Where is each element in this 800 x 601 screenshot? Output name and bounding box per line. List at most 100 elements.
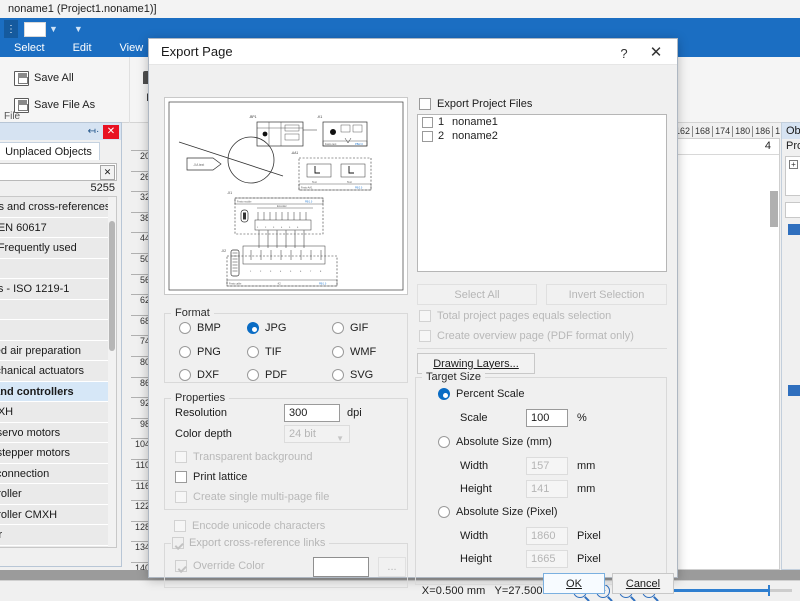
svg-text:-X1: -X1 bbox=[227, 191, 232, 195]
zoom-slider-track[interactable] bbox=[672, 585, 792, 596]
total-project-pages-checkbox[interactable]: Total project pages equals selection bbox=[419, 310, 611, 322]
format-option-wmf[interactable]: WMF bbox=[332, 346, 376, 358]
list-item[interactable]: Bus connection bbox=[0, 463, 116, 484]
panel-item-list[interactable]: ments and cross-references ols - EN 6061… bbox=[0, 196, 117, 548]
new-document-icon[interactable] bbox=[24, 21, 46, 37]
list-item[interactable] bbox=[0, 258, 116, 279]
scale-input[interactable]: 100 bbox=[526, 409, 568, 427]
invert-selection-button[interactable]: Invert Selection bbox=[546, 284, 667, 305]
customize-toolbar-icon[interactable]: ▼ bbox=[74, 24, 83, 34]
mm-width-input[interactable]: 157 bbox=[526, 457, 568, 475]
select-all-button[interactable]: Select All bbox=[417, 284, 537, 305]
ribbon-tab-edit[interactable]: Edit bbox=[59, 40, 106, 57]
list-item[interactable]: mbols - ISO 1219-1 bbox=[0, 279, 116, 300]
override-color-browse-button[interactable]: ... bbox=[378, 557, 406, 577]
format-option-bmp[interactable]: BMP bbox=[179, 322, 221, 334]
ribbon-tab-select[interactable]: Select bbox=[0, 40, 59, 57]
export-project-files-checkbox[interactable]: Export Project Files bbox=[419, 98, 532, 110]
zoom-slider-handle[interactable] bbox=[768, 585, 770, 596]
save-all-button[interactable]: Save All bbox=[14, 67, 123, 89]
drawing-canvas[interactable]: 4 bbox=[672, 138, 780, 570]
absolute-size-pixel-label: Absolute Size (Pixel) bbox=[456, 506, 558, 518]
transparent-background-checkbox[interactable]: Transparent background bbox=[175, 451, 312, 463]
format-option-tif[interactable]: TIF bbox=[247, 346, 282, 358]
mm-width-unit: mm bbox=[577, 460, 596, 472]
list-item[interactable]: Motor bbox=[0, 525, 116, 546]
zoom-slider[interactable]: - bbox=[665, 585, 792, 597]
px-width-input[interactable]: 1860 bbox=[526, 527, 568, 545]
export-crossref-legend: Export cross-reference links bbox=[171, 537, 330, 549]
print-lattice-checkbox[interactable]: Print lattice bbox=[175, 471, 247, 483]
clear-search-icon[interactable]: ✕ bbox=[100, 164, 115, 180]
override-color-checkbox[interactable]: Override Color bbox=[175, 560, 265, 572]
panel-list-scrollbar[interactable] bbox=[108, 197, 116, 547]
panel-tab-unplaced-objects[interactable]: Unplaced Objects bbox=[0, 142, 100, 160]
list-item[interactable]: r for stepper motors bbox=[0, 443, 116, 464]
svg-text:-X2: -X2 bbox=[277, 283, 281, 286]
panel-search-input[interactable]: ✕ bbox=[0, 163, 117, 181]
page-preview[interactable]: -XA text -BP1 -K1 Festo text PB/2.0 -AA1… bbox=[164, 97, 408, 295]
resolution-input[interactable]: 300 bbox=[284, 404, 340, 422]
create-overview-page-checkbox[interactable]: Create overview page (PDF format only) bbox=[419, 330, 634, 342]
mm-height-input[interactable]: 141 bbox=[526, 480, 568, 498]
project-files-list[interactable]: 1 noname1 2 noname2 bbox=[417, 114, 667, 272]
format-option-jpg-label: JPG bbox=[265, 322, 287, 334]
format-option-dxf[interactable]: DXF bbox=[179, 369, 219, 381]
absolute-size-pixel-radio[interactable]: Absolute Size (Pixel) bbox=[438, 506, 558, 518]
format-option-pdf[interactable]: PDF bbox=[247, 369, 287, 381]
checkbox-project-file-icon[interactable] bbox=[422, 116, 433, 128]
list-item-selected[interactable]: ors and controllers bbox=[0, 381, 116, 402]
list-item[interactable]: 2 noname2 bbox=[418, 129, 666, 143]
radio-absolute-pixel-icon bbox=[438, 506, 450, 518]
close-icon[interactable]: ✕ bbox=[103, 124, 119, 139]
list-item[interactable]: Controller bbox=[0, 484, 116, 505]
pin-icon[interactable]: ↤· bbox=[86, 125, 101, 139]
list-item[interactable]: ments and cross-references bbox=[0, 197, 116, 218]
cancel-button[interactable]: Cancel bbox=[612, 573, 674, 594]
checkbox-project-file-icon[interactable] bbox=[422, 130, 433, 142]
list-item[interactable]: omechanical actuators bbox=[0, 361, 116, 382]
objects-action-icon[interactable] bbox=[788, 224, 800, 235]
ribbon-group-file-label: File bbox=[4, 111, 21, 122]
list-item[interactable]: Controller CMXH bbox=[0, 504, 116, 525]
create-single-multipage-checkbox[interactable]: Create single multi-page file bbox=[175, 491, 329, 503]
absolute-size-mm-radio[interactable]: Absolute Size (mm) bbox=[438, 436, 552, 448]
close-icon[interactable]: ✕ bbox=[645, 43, 667, 61]
mm-height-unit: mm bbox=[577, 483, 596, 495]
svg-text:Festo-AA1: Festo-AA1 bbox=[301, 187, 313, 190]
px-height-input[interactable]: 1665 bbox=[526, 550, 568, 568]
list-item[interactable] bbox=[0, 299, 116, 320]
list-item[interactable] bbox=[0, 320, 116, 341]
list-item[interactable]: 1 noname1 bbox=[418, 115, 666, 129]
format-option-png[interactable]: PNG bbox=[179, 346, 221, 358]
px-height-unit: Pixel bbox=[577, 553, 601, 565]
format-option-svg[interactable]: SVG bbox=[332, 369, 373, 381]
save-all-icon bbox=[14, 70, 29, 86]
format-option-jpg[interactable]: JPG bbox=[247, 322, 286, 334]
checkbox-export-crossref-icon[interactable] bbox=[172, 537, 184, 549]
chevron-down-icon[interactable]: ▼ bbox=[49, 24, 58, 34]
objects-action-icon-2[interactable] bbox=[788, 385, 800, 396]
objects-field[interactable] bbox=[785, 202, 800, 218]
format-option-gif[interactable]: GIF bbox=[332, 322, 368, 334]
color-depth-value: 24 bit bbox=[289, 428, 316, 440]
scrollbar-thumb[interactable] bbox=[109, 221, 115, 351]
objects-tree[interactable]: + bbox=[785, 156, 800, 196]
encode-unicode-checkbox[interactable]: Encode unicode characters bbox=[174, 520, 325, 532]
override-color-swatch[interactable] bbox=[313, 557, 369, 577]
list-item[interactable]: ressed air preparation bbox=[0, 340, 116, 361]
list-item[interactable]: ols - Frequently used bbox=[0, 238, 116, 259]
color-depth-select[interactable]: 24 bit ▼ bbox=[284, 425, 350, 443]
list-item[interactable]: ntroller SFC bbox=[0, 545, 116, 547]
list-item[interactable]: r for servo motors bbox=[0, 422, 116, 443]
help-icon[interactable]: ? bbox=[615, 44, 633, 62]
canvas-page-number: 4 bbox=[764, 140, 771, 152]
ok-button[interactable]: OK bbox=[543, 573, 605, 594]
list-item[interactable]: ols - EN 60617 bbox=[0, 217, 116, 238]
list-item[interactable]: r CMXH bbox=[0, 402, 116, 423]
expand-icon[interactable]: + bbox=[789, 160, 798, 169]
percent-scale-radio[interactable]: Percent Scale bbox=[438, 388, 524, 400]
canvas-scrollbar-thumb[interactable] bbox=[770, 191, 778, 227]
app-menu-icon[interactable]: ⋮ bbox=[4, 20, 18, 38]
objects-panel-subtab[interactable]: Pro bbox=[782, 139, 800, 154]
